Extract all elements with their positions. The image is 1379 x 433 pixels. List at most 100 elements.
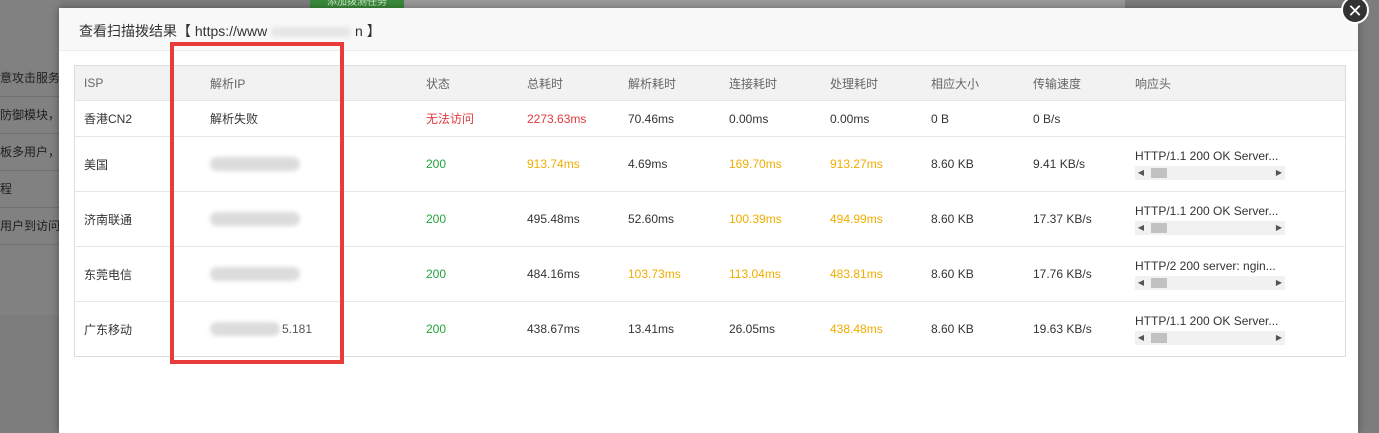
cell-process: 0.00ms	[821, 100, 922, 137]
cell-status: 无法访问	[417, 100, 518, 137]
redacted-ip	[210, 157, 300, 172]
cell-speed: 19.63 KB/s	[1033, 322, 1092, 336]
cell-connect: 113.04ms	[720, 246, 821, 302]
cell-dns: 52.60ms	[619, 191, 720, 247]
response-header-text: HTTP/1.1 200 OK Server...	[1135, 313, 1279, 328]
column-header: 解析IP	[201, 66, 417, 101]
cell-ip	[201, 136, 417, 192]
close-icon: ✕	[1347, 1, 1363, 21]
table-row: 济南联通 200 495.48ms 52.60ms 100.39ms 494.99ms 8.…	[75, 191, 1345, 247]
scroll-left-icon[interactable]: ◀	[1135, 221, 1147, 235]
cell-size: 8.60 KB	[922, 246, 1024, 302]
background-sidebar: 意攻击服务 防御模块， 板多用户，程用户到访问	[0, 0, 60, 315]
cell-process: 483.81ms	[821, 246, 922, 302]
modal-header: 查看扫描拨结果【 https://www n 】	[59, 8, 1358, 51]
scroll-thumb[interactable]	[1151, 167, 1167, 178]
cell-ip: 5.181	[201, 302, 417, 357]
column-header: 传输速度	[1024, 66, 1126, 101]
cell-connect: 100.39ms	[720, 191, 821, 247]
column-header: 连接耗时	[720, 66, 821, 101]
table-row: 美国 200 913.74ms 4.69ms 169.70ms 913.27ms 8.60 …	[75, 136, 1345, 192]
cell-status: 200	[426, 322, 447, 336]
redacted-ip	[210, 212, 300, 227]
redacted-ip	[210, 322, 280, 337]
cell-header: HTTP/1.1 200 OK Server... ◀ ▶	[1126, 191, 1345, 247]
horizontal-scrollbar[interactable]: ◀ ▶	[1135, 165, 1285, 180]
modal-title-suffix: n 】	[355, 23, 381, 39]
cell-size: 8.60 KB	[922, 191, 1024, 247]
cell-total: 495.48ms	[518, 191, 619, 247]
cell-size: 8.60 KB	[922, 136, 1024, 192]
cell-status: 200	[417, 136, 518, 192]
scroll-right-icon[interactable]: ▶	[1273, 331, 1285, 345]
column-header: 响应头	[1126, 66, 1345, 101]
cell-isp: 美国	[75, 136, 201, 192]
scroll-left-icon[interactable]: ◀	[1135, 276, 1147, 290]
column-header: 处理耗时	[821, 66, 922, 101]
cell-isp: 香港CN2	[75, 100, 201, 137]
ip-tail-text: 5.181	[282, 321, 313, 336]
table-header-row: ISP 解析IP 状态 总耗时 解析耗时 连接耗时 处理耗时 相应大小 传输速度 响应头	[75, 66, 1345, 101]
cell-size: 0 B	[922, 100, 1024, 137]
cell-connect: 169.70ms	[720, 136, 821, 192]
modal-title-prefix: 查看扫描拨结果【 https://www	[79, 23, 268, 39]
cell-total: 913.74ms	[518, 136, 619, 192]
cell-connect: 0.00ms	[720, 100, 821, 137]
response-header-text: HTTP/1.1 200 OK Server...	[1135, 148, 1279, 163]
cell-header: HTTP/1.1 200 OK Server... ◀ ▶	[1126, 136, 1345, 192]
cell-process: 438.48ms	[830, 322, 883, 336]
table-row: 东莞电信 200 484.16ms 103.73ms 113.04ms 483.81ms 8…	[75, 246, 1345, 302]
background-sidebar-line: 用户到访问	[0, 208, 60, 245]
scroll-thumb[interactable]	[1151, 277, 1167, 288]
results-table-wrapper: ISP 解析IP 状态 总耗时 解析耗时 连接耗时 处理耗时 相应大小 传输速度 响应头 香港CN…	[74, 65, 1346, 357]
cell-speed: 0 B/s	[1024, 100, 1126, 137]
cell-ip	[201, 191, 417, 247]
cell-speed: 17.37 KB/s	[1024, 191, 1126, 247]
cell-dns: 13.41ms	[628, 322, 675, 336]
cell-status: 200	[417, 191, 518, 247]
redacted-ip	[210, 267, 300, 282]
horizontal-scrollbar[interactable]: ◀ ▶	[1135, 220, 1285, 235]
scroll-thumb[interactable]	[1151, 222, 1167, 233]
cell-header	[1126, 100, 1345, 137]
column-header: ISP	[75, 66, 201, 101]
cell-speed: 9.41 KB/s	[1024, 136, 1126, 192]
scroll-thumb[interactable]	[1151, 332, 1167, 343]
background-sidebar-line: 板多用户，	[0, 134, 60, 171]
column-header: 总耗时	[518, 66, 619, 101]
cell-isp: 济南联通	[75, 191, 201, 247]
column-header: 状态	[417, 66, 518, 101]
table-row: 广东移动 5.181 200 438.67ms 13.41ms 26.05ms 438.48…	[75, 302, 1345, 357]
cell-process: 494.99ms	[821, 191, 922, 247]
cell-dns: 70.46ms	[619, 100, 720, 137]
cell-size: 8.60 KB	[931, 322, 974, 336]
results-table: ISP 解析IP 状态 总耗时 解析耗时 连接耗时 处理耗时 相应大小 传输速度 响应头 香港CN…	[75, 66, 1345, 356]
horizontal-scrollbar[interactable]: ◀ ▶	[1135, 330, 1285, 345]
redacted-domain	[271, 27, 352, 38]
scroll-right-icon[interactable]: ▶	[1273, 221, 1285, 235]
column-header: 解析耗时	[619, 66, 720, 101]
scroll-left-icon[interactable]: ◀	[1135, 331, 1147, 345]
table-row: 香港CN2 解析失败 无法访问 2273.63ms 70.46ms 0.00ms 0.00m…	[75, 100, 1345, 137]
scroll-right-icon[interactable]: ▶	[1273, 276, 1285, 290]
background-add-task-button: 添加拨测任务	[310, 0, 404, 8]
scroll-left-icon[interactable]: ◀	[1135, 166, 1147, 180]
cell-ip	[201, 246, 417, 302]
cell-header: HTTP/2 200 server: ngin... ◀ ▶	[1126, 246, 1345, 302]
cell-isp: 广东移动	[84, 322, 133, 337]
cell-total: 484.16ms	[518, 246, 619, 302]
scroll-right-icon[interactable]: ▶	[1273, 166, 1285, 180]
background-topbar	[400, 0, 1125, 8]
cell-total: 2273.63ms	[518, 100, 619, 137]
response-header-text: HTTP/2 200 server: ngin...	[1135, 258, 1276, 273]
cell-isp: 东莞电信	[75, 246, 201, 302]
column-header: 相应大小	[922, 66, 1024, 101]
cell-header: HTTP/1.1 200 OK Server... ◀ ▶	[1126, 302, 1345, 357]
background-sidebar-line: 程	[0, 171, 60, 208]
cell-connect: 26.05ms	[729, 322, 776, 336]
cell-dns: 4.69ms	[619, 136, 720, 192]
cell-status: 200	[417, 246, 518, 302]
cell-process: 913.27ms	[821, 136, 922, 192]
horizontal-scrollbar[interactable]: ◀ ▶	[1135, 275, 1285, 290]
response-header-text: HTTP/1.1 200 OK Server...	[1135, 203, 1279, 218]
